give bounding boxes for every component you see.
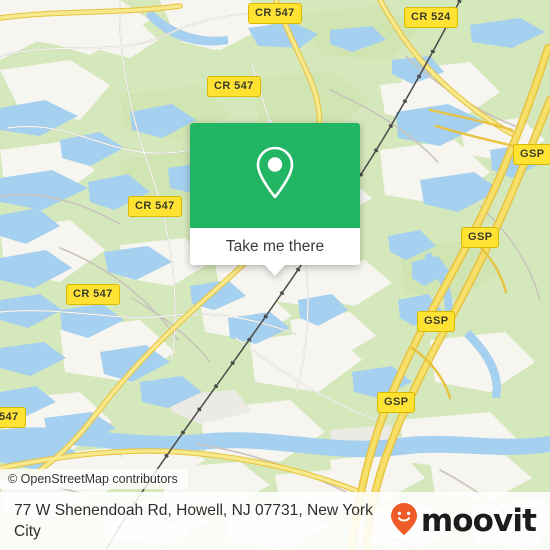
road-shield-cr547-upper: CR 547 (207, 76, 261, 97)
road-shield-gsp-3: GSP (417, 311, 456, 332)
callout-pointer-tail (264, 264, 286, 276)
moovit-smiley-pin-icon (389, 502, 419, 541)
take-me-there-label: Take me there (225, 237, 325, 255)
take-me-there-callout[interactable]: Take me there (190, 123, 360, 276)
callout-action-bar[interactable]: Take me there (190, 228, 360, 265)
openstreetmap-attribution[interactable]: © OpenStreetMap contributors (0, 469, 188, 489)
road-shield-547-edge: 547 (0, 407, 26, 428)
moovit-logo[interactable]: moovit (389, 502, 537, 541)
road-shield-gsp-1: GSP (513, 144, 550, 165)
address-label: 77 W Shenendoah Rd, Howell, NJ 07731, Ne… (14, 501, 373, 540)
map-pin-icon (252, 144, 298, 207)
road-shield-cr524: CR 524 (404, 7, 458, 28)
road-shield-cr547-top: CR 547 (248, 3, 302, 24)
road-shield-gsp-2: GSP (461, 227, 500, 248)
road-shield-gsp-4: GSP (377, 392, 416, 413)
road-shield-cr547-mid: CR 547 (128, 196, 182, 217)
moovit-map-screenshot: CR 547 CR 524 CR 547 GSP CR 547 GSP CR 5… (0, 0, 550, 550)
callout-pin-area (190, 123, 360, 228)
moovit-wordmark: moovit (420, 502, 537, 539)
footer-bar: 77 W Shenendoah Rd, Howell, NJ 07731, Ne… (0, 492, 550, 550)
road-shield-cr547-lower: CR 547 (66, 284, 120, 305)
